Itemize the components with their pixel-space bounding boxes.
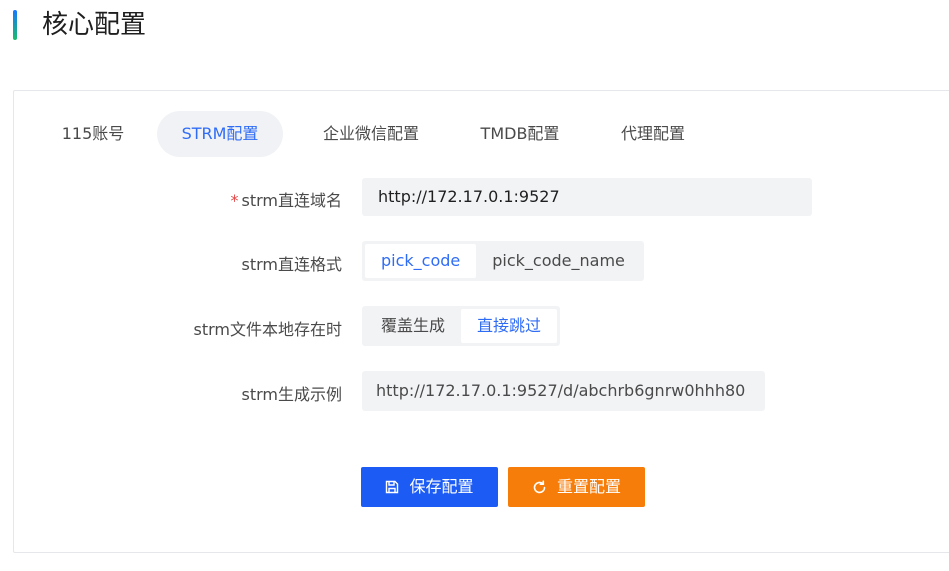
page: 核心配置 115账号 STRM配置 企业微信配置 TMDB配置 代理配置 * st… bbox=[0, 0, 949, 571]
domain-input[interactable]: http://172.17.0.1:9527 bbox=[362, 178, 812, 216]
reset-button-label: 重置配置 bbox=[556, 477, 621, 496]
format-segmented: pick_code pick_code_name bbox=[362, 241, 644, 281]
form-row-example: strm生成示例 http://172.17.0.1:9527/d/abchrb… bbox=[14, 371, 949, 411]
save-icon bbox=[385, 480, 399, 494]
reset-button[interactable]: 重置配置 bbox=[508, 467, 645, 507]
required-mark: * bbox=[230, 191, 239, 210]
local-exists-label: strm文件本地存在时 bbox=[193, 320, 343, 339]
example-label: strm生成示例 bbox=[241, 385, 343, 404]
tab-proxy-config[interactable]: 代理配置 bbox=[606, 111, 700, 157]
page-header: 核心配置 bbox=[0, 0, 949, 50]
local-exists-segmented: 覆盖生成 直接跳过 bbox=[362, 306, 561, 346]
format-option-pick-code[interactable]: pick_code bbox=[365, 244, 477, 278]
local-exists-option-overwrite[interactable]: 覆盖生成 bbox=[365, 309, 461, 343]
tab-115-account[interactable]: 115账号 bbox=[47, 111, 139, 157]
refresh-icon bbox=[532, 479, 547, 495]
form-row-format: strm直连格式 pick_code pick_code_name bbox=[14, 241, 949, 281]
example-output: http://172.17.0.1:9527/d/abchrb6gnrw0hhh… bbox=[362, 371, 765, 411]
title-accent-bar bbox=[13, 10, 17, 40]
tab-strm-config[interactable]: STRM配置 bbox=[157, 111, 283, 157]
tab-tmdb-config[interactable]: TMDB配置 bbox=[462, 111, 578, 157]
form-row-domain: * strm直连域名 http://172.17.0.1:9527 bbox=[14, 178, 949, 216]
tab-wecom-config[interactable]: 企业微信配置 bbox=[306, 111, 436, 157]
format-label: strm直连格式 bbox=[241, 255, 343, 274]
config-card: 115账号 STRM配置 企业微信配置 TMDB配置 代理配置 * strm直连域… bbox=[13, 90, 949, 553]
local-exists-option-skip[interactable]: 直接跳过 bbox=[461, 309, 558, 343]
save-button[interactable]: 保存配置 bbox=[361, 467, 498, 507]
format-option-pick-code-name[interactable]: pick_code_name bbox=[476, 244, 641, 278]
form-row-local-exists: strm文件本地存在时 覆盖生成 直接跳过 bbox=[14, 306, 949, 346]
domain-label-text: strm直连域名 bbox=[241, 191, 343, 210]
save-button-label: 保存配置 bbox=[409, 477, 474, 496]
domain-label: * strm直连域名 bbox=[42, 187, 343, 211]
page-title: 核心配置 bbox=[42, 10, 147, 40]
